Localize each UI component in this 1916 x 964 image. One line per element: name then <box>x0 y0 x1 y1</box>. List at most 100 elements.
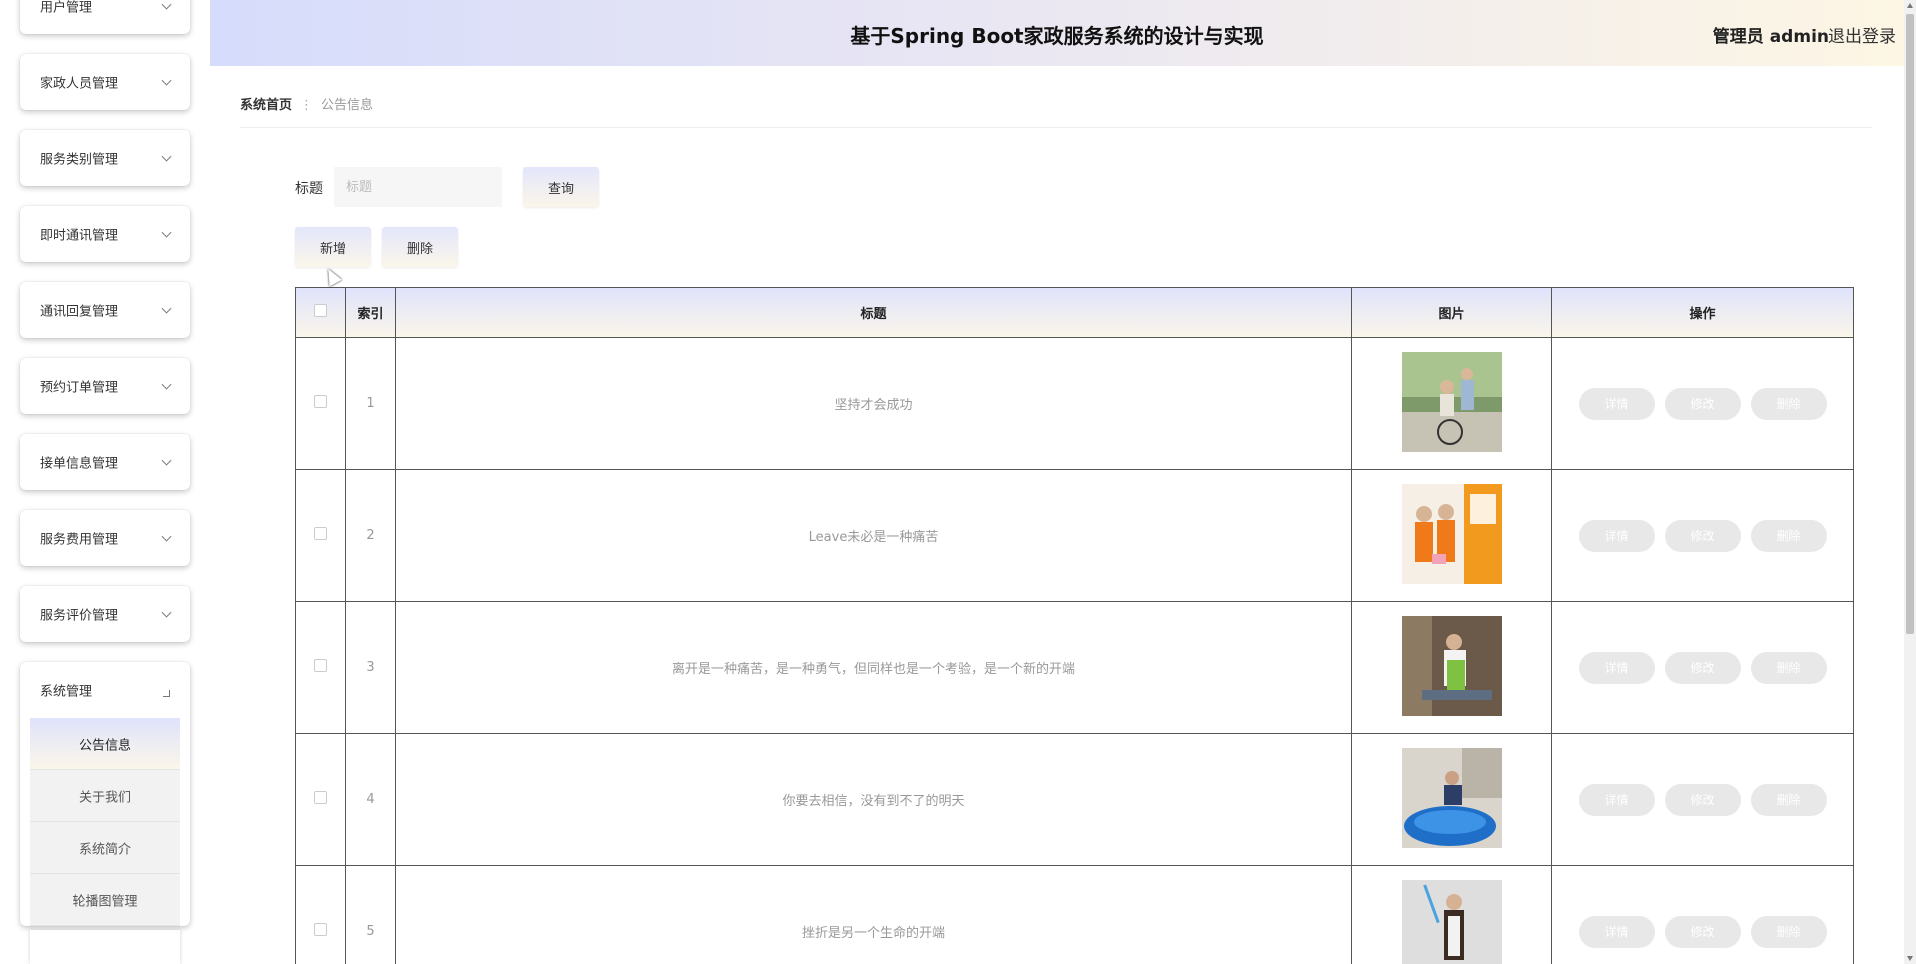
scroll-up-icon[interactable] <box>1907 3 1913 8</box>
table-row: 4 你要去相信，没有到不了的明天 详情 修改 删除 <box>295 733 1854 866</box>
sidebar-subitem-about-us[interactable]: 关于我们 <box>30 770 180 822</box>
detail-button[interactable]: 详情 <box>1578 519 1655 552</box>
sidebar-footer-panel <box>30 930 180 964</box>
sidebar-group-system: 系统管理 公告信息 关于我们 系统简介 轮播图管理 <box>20 662 190 926</box>
sidebar-item-users[interactable]: 用户管理 <box>20 0 190 34</box>
row-index: 1 <box>345 337 396 470</box>
sidebar-subitem-label: 公告信息 <box>78 738 131 753</box>
baby-bath-photo-image <box>1401 747 1502 848</box>
detail-button[interactable]: 详情 <box>1578 783 1655 816</box>
current-user: 管理员 admin <box>1712 27 1829 47</box>
announcement-table: 索引 标题 图片 操作 1 坚持才会成功 详情 修改 删除 2 Leave未必是… <box>295 287 1854 964</box>
delete-button[interactable]: 删除 <box>1750 387 1827 420</box>
sidebar-item-label: 服务费用管理 <box>40 532 119 548</box>
breadcrumb-home[interactable]: 系统首页 <box>240 98 292 113</box>
row-image-cell <box>1351 337 1552 470</box>
delete-button[interactable]: 删除 <box>1750 651 1827 684</box>
sidebar-subitem-announcements[interactable]: 公告信息 <box>30 718 180 770</box>
row-checkbox[interactable] <box>314 395 327 408</box>
top-header: 基于Spring Boot家政服务系统的设计与实现 管理员 admin 退出登录 <box>210 0 1904 66</box>
table-row: 2 Leave未必是一种痛苦 详情 修改 删除 <box>295 469 1854 602</box>
sidebar-item-label: 即时通讯管理 <box>40 228 119 244</box>
app-root: 用户管理 家政人员管理 服务类别管理 即时通讯管理 通讯回复管理 预约订单管理 … <box>0 0 1916 964</box>
sidebar-item-housekeepers[interactable]: 家政人员管理 <box>20 54 190 110</box>
chevron-down-icon <box>161 75 172 86</box>
breadcrumb-separator-icon: ⋮ <box>300 98 314 113</box>
sidebar-item-service-categories[interactable]: 服务类别管理 <box>20 130 190 186</box>
delete-button[interactable]: 删除 <box>1750 915 1827 948</box>
detail-button[interactable]: 详情 <box>1578 915 1655 948</box>
sidebar-item-label: 用户管理 <box>40 0 93 16</box>
sidebar: 用户管理 家政人员管理 服务类别管理 即时通讯管理 通讯回复管理 预约订单管理 … <box>0 0 210 964</box>
chevron-down-icon <box>161 455 172 466</box>
chevron-down-icon <box>161 379 172 390</box>
sidebar-item-message-replies[interactable]: 通讯回复管理 <box>20 282 190 338</box>
row-image-cell <box>1351 733 1552 866</box>
table-row: 1 坚持才会成功 详情 修改 删除 <box>295 337 1854 470</box>
scrollbar-thumb[interactable] <box>1906 14 1914 634</box>
row-actions: 详情 修改 删除 <box>1551 865 1854 964</box>
edit-button[interactable]: 修改 <box>1664 783 1741 816</box>
sidebar-subitem-label: 关于我们 <box>78 790 131 805</box>
row-checkbox[interactable] <box>314 659 327 672</box>
edit-button[interactable]: 修改 <box>1664 915 1741 948</box>
row-index: 4 <box>345 733 396 866</box>
row-title: Leave未必是一种痛苦 <box>395 469 1352 602</box>
sidebar-item-instant-messaging[interactable]: 即时通讯管理 <box>20 206 190 262</box>
row-title: 坚持才会成功 <box>395 337 1352 470</box>
detail-button[interactable]: 详情 <box>1578 651 1655 684</box>
caregiver-photo-image <box>1401 351 1502 452</box>
chevron-down-icon <box>161 0 172 10</box>
add-button[interactable]: 新增 <box>295 227 371 267</box>
page-title: 基于Spring Boot家政服务系统的设计与实现 <box>850 24 1264 48</box>
search-label: 标题 <box>295 181 323 197</box>
chevron-down-icon <box>161 607 172 618</box>
delete-button[interactable]: 删除 <box>1750 783 1827 816</box>
chevron-down-icon <box>161 227 172 238</box>
chevron-down-icon <box>161 531 172 542</box>
sidebar-subitem-label: 系统简介 <box>78 842 131 857</box>
edit-button[interactable]: 修改 <box>1664 519 1741 552</box>
sidebar-item-orders[interactable]: 预约订单管理 <box>20 358 190 414</box>
row-image-cell <box>1351 865 1552 964</box>
row-checkbox[interactable] <box>314 791 327 804</box>
sidebar-item-system[interactable]: 系统管理 <box>20 662 190 718</box>
edit-button[interactable]: 修改 <box>1664 387 1741 420</box>
detail-button[interactable]: 详情 <box>1578 387 1655 420</box>
row-index: 2 <box>345 469 396 602</box>
sidebar-item-service-fees[interactable]: 服务费用管理 <box>20 510 190 566</box>
edit-button[interactable]: 修改 <box>1664 651 1741 684</box>
row-index: 5 <box>345 865 396 964</box>
sidebar-item-label: 通讯回复管理 <box>40 304 119 320</box>
bulk-delete-button[interactable]: 删除 <box>382 227 458 267</box>
ironing-photo-image <box>1401 615 1502 716</box>
row-checkbox[interactable] <box>314 923 327 936</box>
row-actions: 详情 修改 删除 <box>1551 733 1854 866</box>
query-button[interactable]: 查询 <box>523 167 599 207</box>
logout-link[interactable]: 退出登录 <box>1828 22 1896 47</box>
mouse-cursor-icon <box>322 265 342 287</box>
sidebar-subitem-system-intro[interactable]: 系统简介 <box>30 822 180 874</box>
page-scrollbar[interactable] <box>1904 0 1916 964</box>
select-all-cell <box>295 287 346 338</box>
row-title: 挫折是另一个生命的开端 <box>395 865 1352 964</box>
row-checkbox[interactable] <box>314 527 327 540</box>
table-row: 5 挫折是另一个生命的开端 详情 修改 删除 <box>295 865 1854 964</box>
search-input[interactable] <box>334 167 502 207</box>
sidebar-item-order-acceptance[interactable]: 接单信息管理 <box>20 434 190 490</box>
scroll-down-icon[interactable] <box>1907 956 1913 961</box>
sidebar-item-label: 家政人员管理 <box>40 76 119 92</box>
sidebar-subitem-carousel[interactable]: 轮播图管理 <box>30 874 180 926</box>
row-title: 离开是一种痛苦，是一种勇气，但同样也是一个考验，是一个新的开端 <box>395 601 1352 734</box>
sidebar-item-label: 服务类别管理 <box>40 152 119 168</box>
delete-button[interactable]: 删除 <box>1750 519 1827 552</box>
select-all-checkbox[interactable] <box>314 304 327 317</box>
table-row: 3 离开是一种痛苦，是一种勇气，但同样也是一个考验，是一个新的开端 详情 修改 … <box>295 601 1854 734</box>
sidebar-item-label: 系统管理 <box>40 684 93 700</box>
cleaning-photo-image <box>1401 879 1502 964</box>
sidebar-item-service-reviews[interactable]: 服务评价管理 <box>20 586 190 642</box>
row-actions: 详情 修改 删除 <box>1551 337 1854 470</box>
row-title: 你要去相信，没有到不了的明天 <box>395 733 1352 866</box>
sidebar-item-label: 服务评价管理 <box>40 608 119 624</box>
breadcrumb-current: 公告信息 <box>321 98 374 113</box>
